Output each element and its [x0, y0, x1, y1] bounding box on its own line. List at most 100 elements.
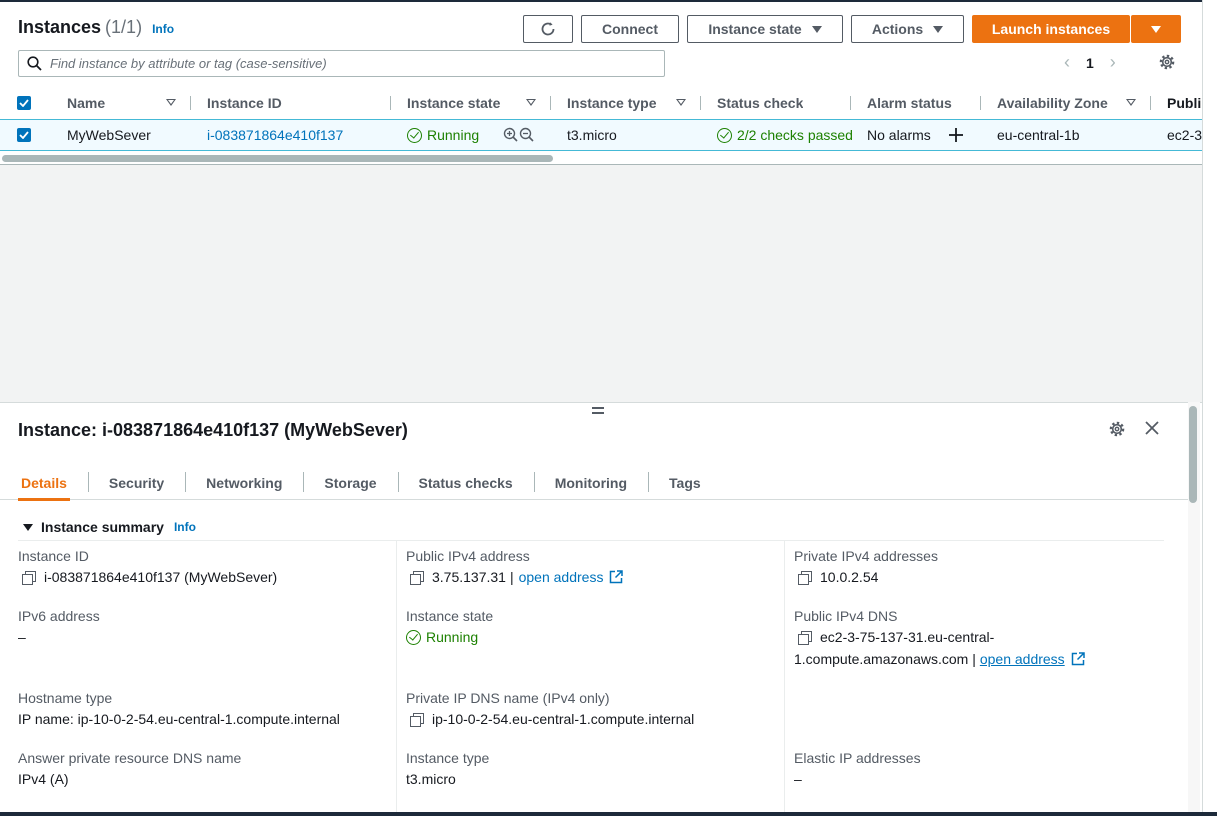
- detail-title: Instance: i-083871864e410f137 (MyWebSeve…: [18, 420, 408, 440]
- table-settings-button[interactable]: [1158, 53, 1176, 74]
- instance-state-text: Running: [426, 629, 479, 645]
- column-header-instance-id[interactable]: Instance ID: [207, 95, 282, 111]
- gear-icon: [1109, 421, 1125, 437]
- panel-resize-handle[interactable]: [592, 407, 604, 414]
- column-header-name[interactable]: Name: [67, 95, 105, 111]
- row-checkbox[interactable]: [17, 128, 31, 142]
- ipv6-label: IPv6 address: [18, 608, 100, 624]
- column-separator: [550, 96, 551, 110]
- info-link[interactable]: Info: [152, 22, 174, 36]
- detail-settings-button[interactable]: [1108, 420, 1126, 441]
- copy-icon[interactable]: [798, 570, 812, 585]
- tab-networking[interactable]: Networking: [185, 465, 303, 500]
- answer-dns-label: Answer private resource DNS name: [18, 750, 242, 766]
- open-address-link[interactable]: open address: [519, 569, 604, 585]
- elastic-ip-label: Elastic IP addresses: [794, 750, 921, 766]
- checkmark-icon: [19, 99, 29, 107]
- instance-count: (1/1): [105, 17, 143, 37]
- private-dns-text: ip-10-0-2-54.eu-central-1.compute.intern…: [432, 711, 695, 727]
- external-link-icon[interactable]: [1071, 652, 1085, 666]
- select-all-checkbox[interactable]: [17, 96, 31, 110]
- private-ipv4-value: 10.0.2.54: [798, 569, 878, 585]
- sort-caret-icon[interactable]: [1126, 99, 1136, 106]
- instance-state-dropdown[interactable]: Instance state: [687, 15, 843, 43]
- pagination: ‹ 1 ›: [1064, 52, 1116, 73]
- tab-monitoring[interactable]: Monitoring: [533, 465, 648, 500]
- launch-options-button[interactable]: [1131, 15, 1181, 43]
- sort-caret-icon[interactable]: [526, 99, 536, 106]
- column-separator: [190, 96, 191, 110]
- column-header-alarm-status[interactable]: Alarm status: [867, 95, 952, 111]
- vertical-scrollbar-thumb[interactable]: [1189, 406, 1197, 503]
- search-input[interactable]: [50, 56, 650, 71]
- public-ipv4-label: Public IPv4 address: [406, 548, 530, 564]
- divider: [396, 541, 397, 816]
- current-page[interactable]: 1: [1086, 55, 1094, 71]
- column-header-instance-type[interactable]: Instance type: [567, 95, 656, 111]
- public-dns-label: Public IPv4 DNS: [794, 608, 898, 624]
- tab-details[interactable]: Details: [0, 465, 88, 501]
- zoom-in-icon[interactable]: [503, 127, 519, 143]
- cell-instance-id-link[interactable]: i-083871864e410f137: [207, 127, 343, 143]
- copy-icon[interactable]: [22, 570, 36, 585]
- caret-down-icon: [933, 25, 944, 33]
- private-ipv4-label: Private IPv4 addresses: [794, 548, 938, 564]
- instance-summary-toggle[interactable]: Instance summary Info: [23, 519, 196, 535]
- plus-icon: [949, 128, 963, 142]
- sort-caret-icon[interactable]: [676, 99, 686, 106]
- summary-info-link[interactable]: Info: [174, 520, 196, 534]
- connect-button[interactable]: Connect: [581, 15, 679, 43]
- zoom-out-icon[interactable]: [519, 127, 535, 143]
- close-detail-button[interactable]: [1144, 420, 1160, 439]
- public-dns-value-line1: ec2-3-75-137-31.eu-central-: [798, 629, 994, 645]
- search-icon: [27, 56, 42, 71]
- column-header-instance-state[interactable]: Instance state: [407, 95, 500, 111]
- status-ok-icon: [717, 127, 732, 143]
- public-dns-text-1: ec2-3-75-137-31.eu-central-: [820, 629, 995, 645]
- open-address-link-2[interactable]: open address: [980, 651, 1065, 667]
- add-alarm-button[interactable]: [948, 127, 964, 143]
- copy-icon[interactable]: [410, 570, 424, 585]
- close-icon: [1145, 421, 1159, 435]
- status-ok-icon: [407, 127, 422, 143]
- cell-instance-type: t3.micro: [567, 127, 617, 143]
- cell-status-check[interactable]: 2/2 checks passed: [717, 127, 853, 143]
- instance-state-label: Instance state: [708, 21, 802, 37]
- external-link-icon[interactable]: [609, 570, 624, 584]
- refresh-button[interactable]: [523, 15, 573, 43]
- next-page-icon[interactable]: ›: [1110, 52, 1116, 73]
- private-ipv4-text: 10.0.2.54: [820, 569, 879, 585]
- ipv6-value: –: [18, 629, 26, 645]
- column-header-availability-zone[interactable]: Availability Zone: [997, 95, 1108, 111]
- column-header-public-dns[interactable]: Publi: [1167, 95, 1202, 111]
- prev-page-icon[interactable]: ‹: [1064, 52, 1070, 73]
- copy-icon[interactable]: [798, 630, 812, 645]
- status-ok-icon: [406, 629, 421, 645]
- column-separator: [980, 96, 981, 110]
- tab-security[interactable]: Security: [87, 465, 185, 500]
- refresh-icon: [541, 22, 555, 36]
- tab-status-checks[interactable]: Status checks: [397, 465, 534, 500]
- column-header-status-check[interactable]: Status check: [717, 95, 803, 111]
- cell-instance-state-text: Running: [427, 127, 480, 143]
- caret-down-icon: [23, 523, 33, 531]
- separator-text: |: [509, 569, 514, 585]
- divider: [18, 540, 1164, 541]
- instances-panel: Instances (1/1) Info Connect Instance st…: [0, 0, 1202, 402]
- cell-availability-zone: eu-central-1b: [997, 127, 1080, 143]
- tab-tags[interactable]: Tags: [648, 465, 722, 500]
- instance-state-label: Instance state: [406, 608, 494, 624]
- window-edge: [0, 812, 1217, 816]
- elastic-ip-value: –: [794, 771, 802, 787]
- launch-instances-button[interactable]: Launch instances: [972, 15, 1130, 43]
- tab-storage[interactable]: Storage: [303, 465, 397, 500]
- table-row[interactable]: MyWebSever i-083871864e410f137 Running t…: [0, 119, 1202, 151]
- gear-icon: [1159, 54, 1175, 70]
- cell-alarm-status: No alarms: [867, 127, 931, 143]
- sort-caret-icon[interactable]: [166, 99, 176, 106]
- hostname-type-label: Hostname type: [18, 690, 113, 706]
- public-ipv4-text: 3.75.137.31: [432, 569, 506, 585]
- horizontal-scrollbar[interactable]: [2, 155, 553, 162]
- actions-dropdown[interactable]: Actions: [851, 15, 964, 43]
- copy-icon[interactable]: [410, 712, 424, 727]
